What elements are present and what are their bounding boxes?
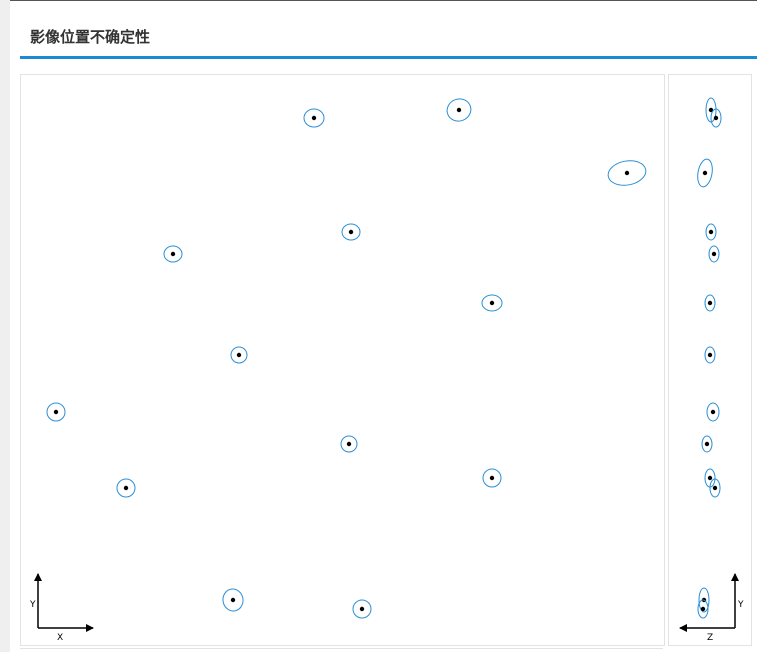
xy-point-marker bbox=[170, 251, 176, 257]
xy-point-marker bbox=[346, 441, 352, 447]
zy-point-marker bbox=[708, 229, 714, 235]
xy-point-marker bbox=[230, 597, 236, 603]
xy-point-marker bbox=[348, 229, 354, 235]
xy-point-marker bbox=[624, 170, 630, 176]
zy-point-6[interactable] bbox=[704, 294, 716, 312]
xy-point-marker bbox=[359, 606, 365, 612]
uncertainty-plot: Y X Y Z bbox=[29, 96, 744, 643]
xy-point-8[interactable] bbox=[46, 402, 66, 422]
xy-point-marker bbox=[123, 485, 129, 491]
xy-point-marker bbox=[489, 475, 495, 481]
zy-point-9[interactable] bbox=[701, 435, 713, 453]
zy-point-marker bbox=[700, 606, 706, 612]
xy-point-6[interactable] bbox=[481, 294, 503, 312]
zy-point-7[interactable] bbox=[704, 346, 716, 364]
zy-point-marker bbox=[713, 115, 719, 121]
zy-point-marker bbox=[710, 409, 716, 415]
xy-point-12[interactable] bbox=[221, 587, 245, 612]
xy-point-4[interactable] bbox=[341, 223, 361, 241]
xy-points-layer bbox=[46, 96, 648, 619]
zy-axes-indicator: Y Z bbox=[679, 573, 744, 643]
zy-point-marker bbox=[707, 475, 713, 481]
xy-point-10[interactable] bbox=[482, 468, 502, 488]
zy-point-marker bbox=[704, 441, 710, 447]
xy-vertical-axis-label: Y bbox=[29, 600, 36, 610]
zy-points-layer bbox=[696, 97, 722, 619]
xy-point-3[interactable] bbox=[606, 158, 648, 188]
xy-point-7[interactable] bbox=[230, 346, 248, 364]
zy-point-8[interactable] bbox=[706, 402, 720, 422]
xy-point-marker bbox=[489, 300, 495, 306]
zy-point-13[interactable] bbox=[697, 599, 709, 619]
xy-point-5[interactable] bbox=[163, 245, 183, 263]
zy-point-marker bbox=[707, 300, 713, 306]
xy-point-marker bbox=[236, 352, 242, 358]
zy-point-3[interactable] bbox=[696, 158, 715, 188]
xy-axes-indicator: Y X bbox=[29, 573, 94, 643]
zy-point-marker bbox=[711, 251, 717, 257]
xy-point-9[interactable] bbox=[340, 435, 358, 453]
xy-point-2[interactable] bbox=[444, 96, 474, 125]
zy-point-4[interactable] bbox=[705, 223, 717, 241]
xy-point-marker bbox=[53, 409, 59, 415]
xy-point-marker bbox=[311, 115, 317, 121]
zy-vertical-axis-label: Y bbox=[737, 600, 744, 610]
xy-point-marker bbox=[456, 107, 462, 113]
zy-point-marker bbox=[707, 352, 713, 358]
xy-point-13[interactable] bbox=[352, 599, 372, 619]
zy-horizontal-axis-label: Z bbox=[707, 633, 713, 643]
zy-point-5[interactable] bbox=[708, 245, 720, 263]
zy-point-marker bbox=[702, 170, 708, 176]
xy-horizontal-axis-label: X bbox=[57, 633, 63, 643]
xy-point-11[interactable] bbox=[116, 478, 136, 498]
zy-point-marker bbox=[712, 485, 718, 491]
xy-point-1[interactable] bbox=[303, 108, 325, 128]
